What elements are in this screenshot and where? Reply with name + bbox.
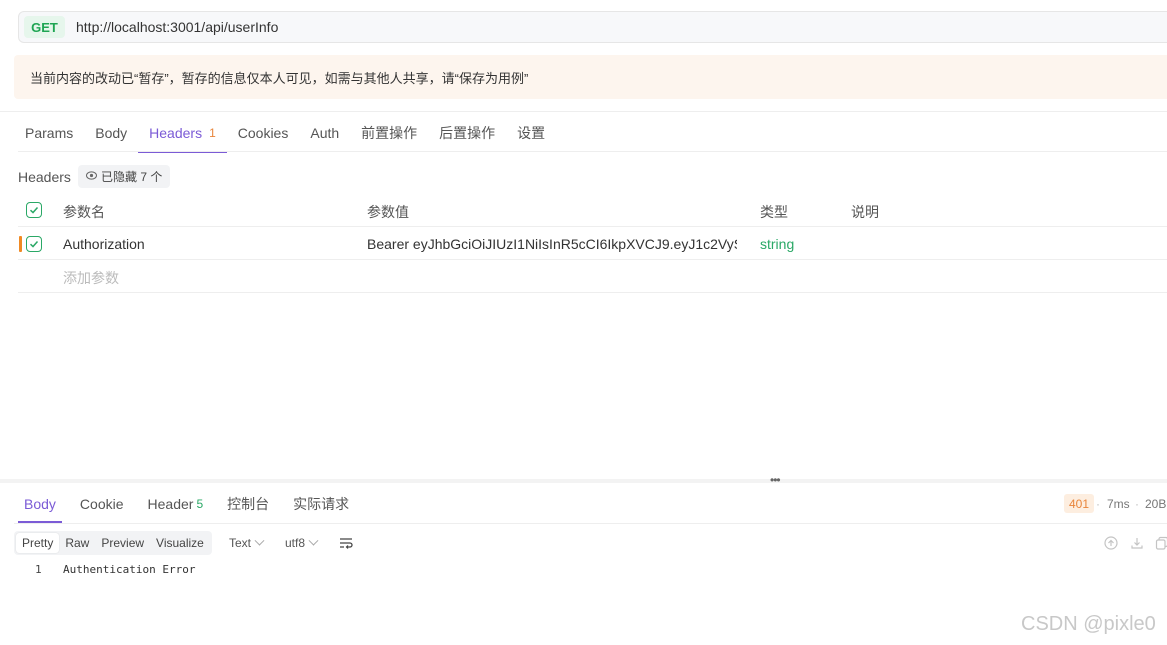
divider [18, 151, 1167, 152]
separator-dot: · [1096, 497, 1100, 511]
tab-label: Cookie [79, 496, 124, 512]
upload-icon[interactable] [1104, 536, 1118, 550]
tab-pre-operations[interactable]: 前置操作 [350, 113, 428, 152]
tab-label: Params [25, 124, 74, 141]
header-value-cell[interactable]: Bearer eyJhbGciOiJIUzI1NiIsInR5cCI6IkpXV… [367, 236, 737, 252]
tab-headers[interactable]: Headers 1 [138, 113, 227, 153]
download-icon[interactable] [1130, 536, 1144, 550]
tab-response-header[interactable]: Header 5 [142, 485, 210, 523]
divider [18, 292, 1167, 293]
header-type-cell[interactable]: string [760, 236, 794, 252]
view-pretty-button[interactable]: Pretty [16, 533, 60, 553]
divider [14, 523, 1167, 524]
response-tabs: Body Cookie Header 5 控制台 实际请求 [18, 485, 367, 523]
status-code-badge: 401 [1064, 494, 1095, 513]
tab-label: Auth [310, 124, 340, 141]
select-all-checkbox[interactable] [26, 202, 42, 218]
response-time: 7ms [1107, 497, 1130, 511]
tab-label: 控制台 [227, 496, 270, 512]
url-input[interactable]: http://localhost:3001/api/userInfo [76, 19, 278, 35]
tab-label: 前置操作 [361, 124, 418, 141]
draft-notice-text: 当前内容的改动已“暂存”，暂存的信息仅本人可见，如需与其他人共享，请“保存为用例… [30, 70, 529, 86]
encoding-select[interactable]: utf8 [285, 535, 319, 550]
panel-resizer[interactable] [0, 479, 1167, 483]
response-header-count: 5 [196, 497, 204, 511]
headers-count-badge: 1 [209, 125, 216, 140]
format-select-value: Text [229, 536, 252, 550]
add-parameter-input[interactable]: 添加参数 [63, 268, 119, 288]
row-enable-checkbox[interactable] [26, 236, 42, 252]
resize-grip-icon[interactable]: ••• [770, 473, 781, 487]
headers-section-label: Headers [18, 169, 71, 185]
tab-auth[interactable]: Auth [299, 113, 350, 152]
tab-post-operations[interactable]: 后置操作 [428, 113, 506, 152]
word-wrap-icon[interactable] [339, 537, 353, 549]
encoding-select-value: utf8 [285, 536, 306, 550]
tab-label: Body [24, 496, 56, 512]
tab-response-cookie[interactable]: Cookie [74, 485, 130, 523]
row-modified-marker [19, 236, 22, 252]
tab-params[interactable]: Params [14, 113, 84, 152]
hidden-headers-button[interactable]: 已隐藏 7 个 [78, 165, 171, 188]
tab-label: Header [147, 496, 194, 512]
tab-label: Cookies [237, 124, 289, 141]
column-header-name: 参数名 [63, 204, 105, 220]
tab-label: 设置 [517, 124, 546, 141]
url-bar[interactable]: GET http://localhost:3001/api/userInfo [18, 11, 1167, 43]
tab-actual-request[interactable]: 实际请求 [287, 485, 355, 523]
tab-label: 实际请求 [293, 496, 350, 512]
hidden-headers-label: 已隐藏 7 个 [101, 170, 163, 184]
chevron-down-icon [254, 535, 265, 546]
tab-label: Headers [149, 124, 203, 141]
view-raw-button[interactable]: Raw [59, 533, 95, 553]
check-icon [29, 206, 39, 214]
divider [18, 259, 1167, 260]
response-size: 20B [1145, 497, 1167, 511]
tab-cookies[interactable]: Cookies [227, 113, 300, 152]
tab-console[interactable]: 控制台 [221, 485, 275, 523]
tab-settings[interactable]: 设置 [506, 113, 556, 152]
view-preview-button[interactable]: Preview [95, 533, 150, 553]
chevron-down-icon [308, 535, 319, 546]
separator-dot: · [1135, 497, 1139, 511]
code-line: Authentication Error [63, 563, 196, 576]
request-tabs: Params Body Headers 1 Cookies Auth 前置操作 后… [14, 113, 556, 153]
watermark: CSDN @pixle0 [1021, 613, 1156, 635]
draft-notice: 当前内容的改动已“暂存”，暂存的信息仅本人可见，如需与其他人共享，请“保存为用例… [14, 55, 1167, 99]
divider [0, 111, 1167, 112]
method-selector[interactable]: GET [24, 16, 65, 38]
tab-body[interactable]: Body [84, 113, 138, 152]
tab-response-body[interactable]: Body [18, 485, 62, 523]
copy-icon[interactable] [1155, 536, 1167, 550]
divider [18, 226, 1167, 227]
column-header-type: 类型 [760, 204, 788, 220]
view-visualize-button[interactable]: Visualize [150, 533, 210, 553]
header-name-cell[interactable]: Authorization [63, 236, 145, 252]
view-mode-group: Pretty Raw Preview Visualize [14, 531, 212, 555]
eye-icon [86, 170, 97, 183]
line-number: 1 [35, 563, 42, 576]
format-select[interactable]: Text [229, 535, 265, 550]
check-icon [29, 240, 39, 248]
column-header-value: 参数值 [367, 204, 409, 220]
tab-label: 后置操作 [439, 124, 496, 141]
column-header-description: 说明 [851, 204, 879, 220]
tab-label: Body [95, 124, 128, 141]
